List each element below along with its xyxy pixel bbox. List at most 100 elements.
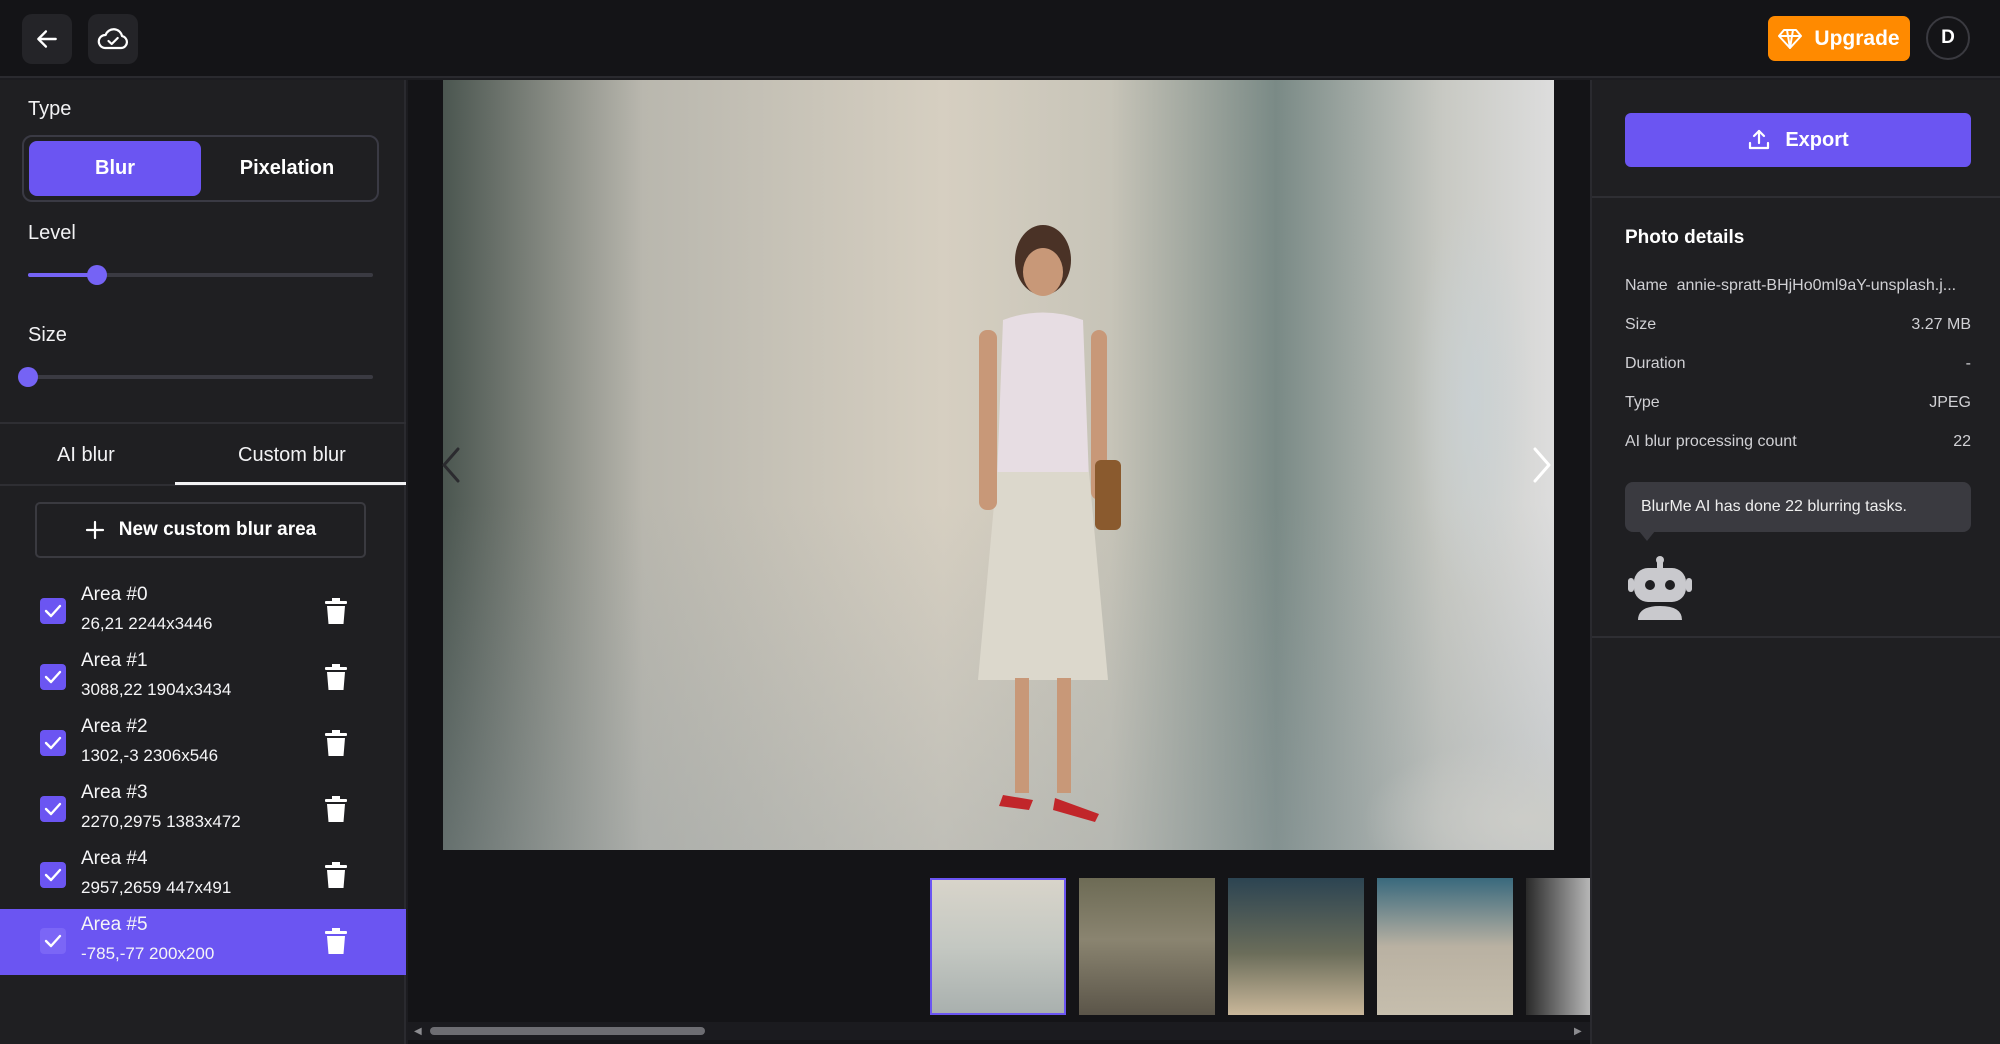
area-coords: 3088,22 1904x3434 (81, 680, 232, 699)
tab-custom-blur[interactable]: Custom blur (238, 444, 346, 467)
photo-preview[interactable] (443, 80, 1554, 850)
tab-ai-blur[interactable]: AI blur (57, 444, 115, 467)
area-name: Area #4 (81, 848, 148, 869)
new-custom-blur-area-button[interactable]: New custom blur area (35, 502, 366, 558)
detail-key: Duration (1625, 355, 1686, 372)
detail-value: JPEG (1929, 394, 1971, 411)
ai-message-text: BlurMe AI has done 22 blurring tasks. (1641, 498, 1907, 515)
size-label: Size (28, 324, 67, 346)
type-label: Type (28, 98, 72, 120)
list-item[interactable]: Area #2 1302,-3 2306x546 (0, 711, 406, 777)
divider (0, 422, 406, 424)
trash-icon (325, 796, 347, 822)
area-checkbox[interactable] (40, 862, 66, 888)
list-item[interactable]: Area #4 2957,2659 447x491 (0, 843, 406, 909)
right-panel: Export Photo details Name annie-spratt-B… (1590, 80, 2000, 1044)
area-name: Area #3 (81, 782, 148, 803)
size-slider[interactable] (18, 367, 373, 387)
delete-area-button[interactable] (325, 664, 347, 696)
thumbnail-5[interactable] (1526, 878, 1590, 1015)
thumbnail-strip (930, 878, 1590, 1018)
upgrade-label: Upgrade (1814, 26, 1900, 50)
detail-row-type: Type JPEG (1625, 394, 1971, 412)
previous-image-button[interactable] (440, 445, 464, 490)
checkmark-icon (44, 604, 62, 618)
top-bar: Upgrade D (0, 0, 2000, 78)
new-area-label: New custom blur area (118, 519, 317, 540)
scrollbar-thumb[interactable] (430, 1027, 705, 1035)
detail-key: Size (1625, 316, 1657, 333)
ai-message-bubble: BlurMe AI has done 22 blurring tasks. (1625, 482, 1971, 532)
checkmark-icon (44, 736, 62, 750)
type-option-blur[interactable]: Blur (29, 141, 201, 196)
size-slider-thumb[interactable] (18, 367, 38, 387)
checkmark-icon (44, 868, 62, 882)
level-slider[interactable] (28, 265, 373, 285)
cloud-check-icon (97, 28, 128, 50)
area-coords: -785,-77 200x200 (81, 944, 215, 963)
level-label: Level (28, 222, 76, 244)
list-item[interactable]: Area #3 2270,2975 1383x472 (0, 777, 406, 843)
area-checkbox[interactable] (40, 730, 66, 756)
delete-area-button[interactable] (325, 862, 347, 894)
delete-area-button[interactable] (325, 928, 347, 960)
area-name: Area #0 (81, 584, 148, 605)
upgrade-button[interactable]: Upgrade (1768, 16, 1910, 61)
detail-value: annie-spratt-BHjHo0ml9aY-unsplash.j... (1676, 277, 1957, 294)
type-option-pixelation[interactable]: Pixelation (201, 141, 373, 196)
trash-icon (325, 928, 347, 954)
area-coords: 1302,-3 2306x546 (81, 746, 219, 765)
active-tab-indicator (175, 482, 406, 485)
thumbnail-3[interactable] (1228, 878, 1364, 1015)
thumbnail-1[interactable] (930, 878, 1066, 1015)
list-item[interactable]: Area #0 26,21 2244x3446 (0, 579, 406, 645)
detail-value: - (1965, 355, 1971, 372)
checkmark-icon (44, 802, 62, 816)
scroll-left-arrow[interactable]: ◀ (414, 1026, 422, 1037)
area-coords: 26,21 2244x3446 (81, 614, 213, 633)
avatar[interactable]: D (1926, 16, 1970, 60)
detail-row-name: Name annie-spratt-BHjHo0ml9aY-unsplash.j… (1625, 277, 1971, 295)
delete-area-button[interactable] (325, 796, 347, 828)
detail-key: Name (1625, 277, 1668, 294)
trash-icon (325, 862, 347, 888)
chevron-left-icon (442, 447, 460, 483)
delete-area-button[interactable] (325, 598, 347, 630)
divider (1592, 636, 2000, 638)
arrow-left-icon (37, 30, 57, 48)
scroll-right-arrow[interactable]: ▶ (1574, 1026, 1582, 1037)
avatar-initial: D (1941, 27, 1955, 48)
next-image-button[interactable] (1529, 445, 1553, 490)
trash-icon (325, 664, 347, 690)
detail-row-ai-count: AI blur processing count 22 (1625, 433, 1971, 451)
delete-area-button[interactable] (325, 730, 347, 762)
thumbnail-4[interactable] (1377, 878, 1513, 1015)
area-coords: 2957,2659 447x491 (81, 878, 232, 897)
list-item[interactable]: Area #1 3088,22 1904x3434 (0, 645, 406, 711)
detail-key: AI blur processing count (1625, 433, 1797, 450)
area-checkbox[interactable] (40, 598, 66, 624)
upload-icon (1749, 129, 1770, 150)
checkmark-icon (44, 670, 62, 684)
robot-icon (1628, 556, 1692, 625)
divider (1592, 196, 2000, 198)
area-coords: 2270,2975 1383x472 (81, 812, 241, 831)
export-button[interactable]: Export (1625, 113, 1971, 167)
bubble-tail (1639, 531, 1655, 541)
detail-value: 3.27 MB (1911, 316, 1971, 333)
area-list: Area #0 26,21 2244x3446 Area #1 3088,22 … (0, 579, 406, 975)
thumbnail-scrollbar[interactable]: ◀ ▶ (408, 1022, 1590, 1040)
trash-icon (325, 598, 347, 624)
area-checkbox[interactable] (40, 796, 66, 822)
checkmark-icon (44, 934, 62, 948)
cloud-sync-button[interactable] (88, 14, 138, 64)
detail-value: 22 (1953, 433, 1971, 450)
area-name: Area #5 (81, 914, 148, 935)
back-button[interactable] (22, 14, 72, 64)
area-checkbox[interactable] (40, 664, 66, 690)
list-item-selected[interactable]: Area #5 -785,-77 200x200 (0, 909, 406, 975)
thumbnail-2[interactable] (1079, 878, 1215, 1015)
area-checkbox[interactable] (40, 928, 66, 954)
level-slider-thumb[interactable] (87, 265, 107, 285)
left-panel: Type Blur Pixelation Level Size AI blur … (0, 80, 406, 1044)
